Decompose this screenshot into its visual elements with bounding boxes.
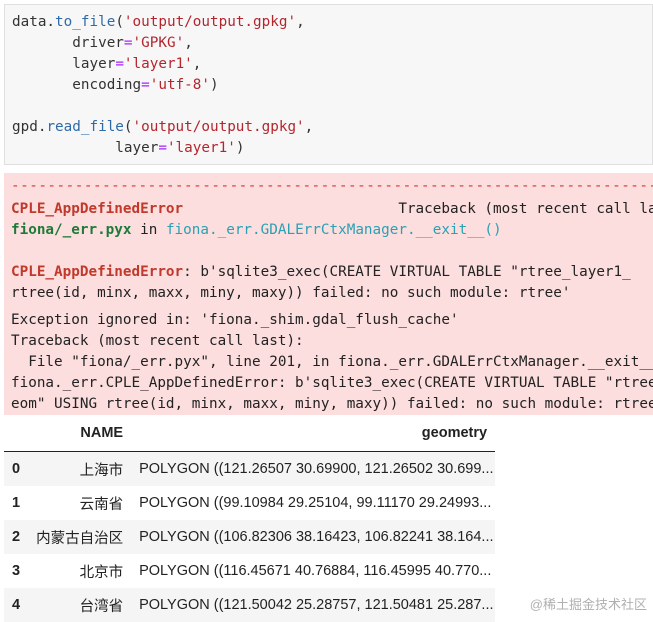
- code-paren: ): [235, 140, 245, 156]
- code-string: 'output/output.gpkg': [132, 119, 305, 135]
- code-eq: =: [115, 56, 124, 72]
- code-line-1: data.to_file('output/output.gpkg',: [12, 14, 305, 30]
- code-arg: encoding: [72, 77, 142, 93]
- code-line-7: layer='layer1'): [12, 140, 244, 156]
- table-row: 0 上海市 POLYGON ((121.26507 30.69900, 121.…: [4, 451, 496, 486]
- error-function: fiona._err.GDALErrCtxManager.__exit__(): [165, 222, 502, 238]
- table-row: 2 内蒙古自治区 POLYGON ((106.82306 38.16423, 1…: [4, 520, 496, 554]
- code-obj: data.: [12, 14, 56, 30]
- table-row: 3 北京市 POLYGON ((116.45671 40.76884, 116.…: [4, 554, 495, 588]
- code-paren: (: [115, 14, 124, 30]
- file-line: File "fiona/_err.pyx", line 201, in fion…: [11, 354, 653, 370]
- full-error-line-2: eom" USING rtree(id, minx, maxx, miny, m…: [11, 396, 653, 412]
- error-message-line-2: rtree(id, minx, maxx, miny, maxy)) faile…: [11, 285, 571, 301]
- code-line-4: encoding='utf-8'): [12, 77, 219, 93]
- code-cell[interactable]: data.to_file('output/output.gpkg', drive…: [4, 4, 653, 165]
- cell-name: 内蒙古自治区: [28, 520, 132, 554]
- full-error-line-1: fiona._err.CPLE_AppDefinedError: b'sqlit…: [11, 375, 653, 391]
- code-arg: driver: [72, 35, 124, 51]
- code-string: 'layer1': [166, 140, 236, 156]
- code-comma: ,: [192, 56, 202, 72]
- error-name: CPLE_AppDefinedError: [11, 201, 184, 217]
- row-index: 3: [12, 563, 21, 579]
- error-file: fiona/_err.pyx: [11, 222, 132, 238]
- cell-geometry: POLYGON ((116.45671 40.76884, 116.45995 …: [139, 563, 492, 579]
- error-message-text: : b'sqlite3_exec(CREATE VIRTUAL TABLE "r…: [183, 264, 631, 280]
- error-separator: ----------------------------------------…: [11, 178, 653, 194]
- dataframe-table: NAME geometry 0 上海市 POLYGON ((121.26507 …: [4, 415, 496, 622]
- code-line-3: layer='layer1',: [12, 56, 201, 72]
- error-output: ----------------------------------------…: [4, 173, 653, 415]
- exception-ignored-line: Exception ignored in: 'fiona._shim.gdal_…: [11, 312, 459, 328]
- code-arg: layer: [115, 140, 159, 156]
- cell-geometry: POLYGON ((106.82306 38.16423, 106.82241 …: [131, 520, 496, 554]
- error-name: CPLE_AppDefinedError: [11, 264, 184, 280]
- code-string: 'output/output.gpkg': [123, 14, 297, 30]
- row-index: 1: [12, 495, 21, 511]
- cell-name: 云南省: [79, 496, 124, 513]
- traceback-line: Traceback (most recent call last):: [11, 333, 304, 349]
- error-header-line: CPLE_AppDefinedError Traceback (most rec…: [11, 201, 653, 217]
- table-header-row: NAME geometry: [4, 415, 496, 452]
- code-comma: ,: [304, 119, 314, 135]
- code-func: read_file: [46, 119, 124, 135]
- cell-name: 上海市: [28, 451, 132, 486]
- code-line-2: driver='GPKG',: [12, 35, 193, 51]
- code-func: to_file: [55, 14, 116, 30]
- error-message-line-1: CPLE_AppDefinedError: b'sqlite3_exec(CRE…: [11, 264, 631, 280]
- cell-geometry: POLYGON ((99.10984 29.25104, 99.11170 29…: [139, 495, 492, 511]
- code-eq: =: [123, 35, 133, 51]
- column-header-name: NAME: [28, 415, 132, 452]
- code-comma: ,: [296, 14, 305, 30]
- row-index: 2: [4, 520, 29, 554]
- code-eq: =: [158, 140, 167, 156]
- table-row: 1 云南省 POLYGON ((99.10984 29.25104, 99.11…: [4, 486, 495, 520]
- code-paren: (: [123, 119, 133, 135]
- traceback-header: Traceback (most recent call last): [398, 201, 653, 217]
- code-comma: ,: [184, 35, 193, 51]
- code-paren: ): [210, 77, 219, 93]
- cell-name: 北京市: [79, 564, 124, 581]
- cell-geometry: POLYGON ((121.26507 30.69900, 121.26502 …: [131, 451, 496, 486]
- in-word: in: [131, 222, 166, 238]
- code-obj: gpd.: [12, 119, 47, 135]
- code-arg: layer: [72, 56, 116, 72]
- column-header-geometry: geometry: [131, 415, 496, 452]
- code-line-6: gpd.read_file('output/output.gpkg',: [12, 119, 313, 135]
- code-eq: =: [141, 77, 150, 93]
- index-header: [4, 415, 29, 452]
- code-string: 'GPKG': [132, 35, 185, 51]
- watermark: @稀土掘金技术社区: [529, 597, 647, 612]
- error-location-line: fiona/_err.pyx in fiona._err.GDALErrCtxM…: [11, 222, 502, 238]
- code-string: 'utf-8': [149, 77, 211, 93]
- row-index: 0: [4, 451, 29, 486]
- code-string: 'layer1': [123, 56, 193, 72]
- header-gap: [183, 201, 398, 217]
